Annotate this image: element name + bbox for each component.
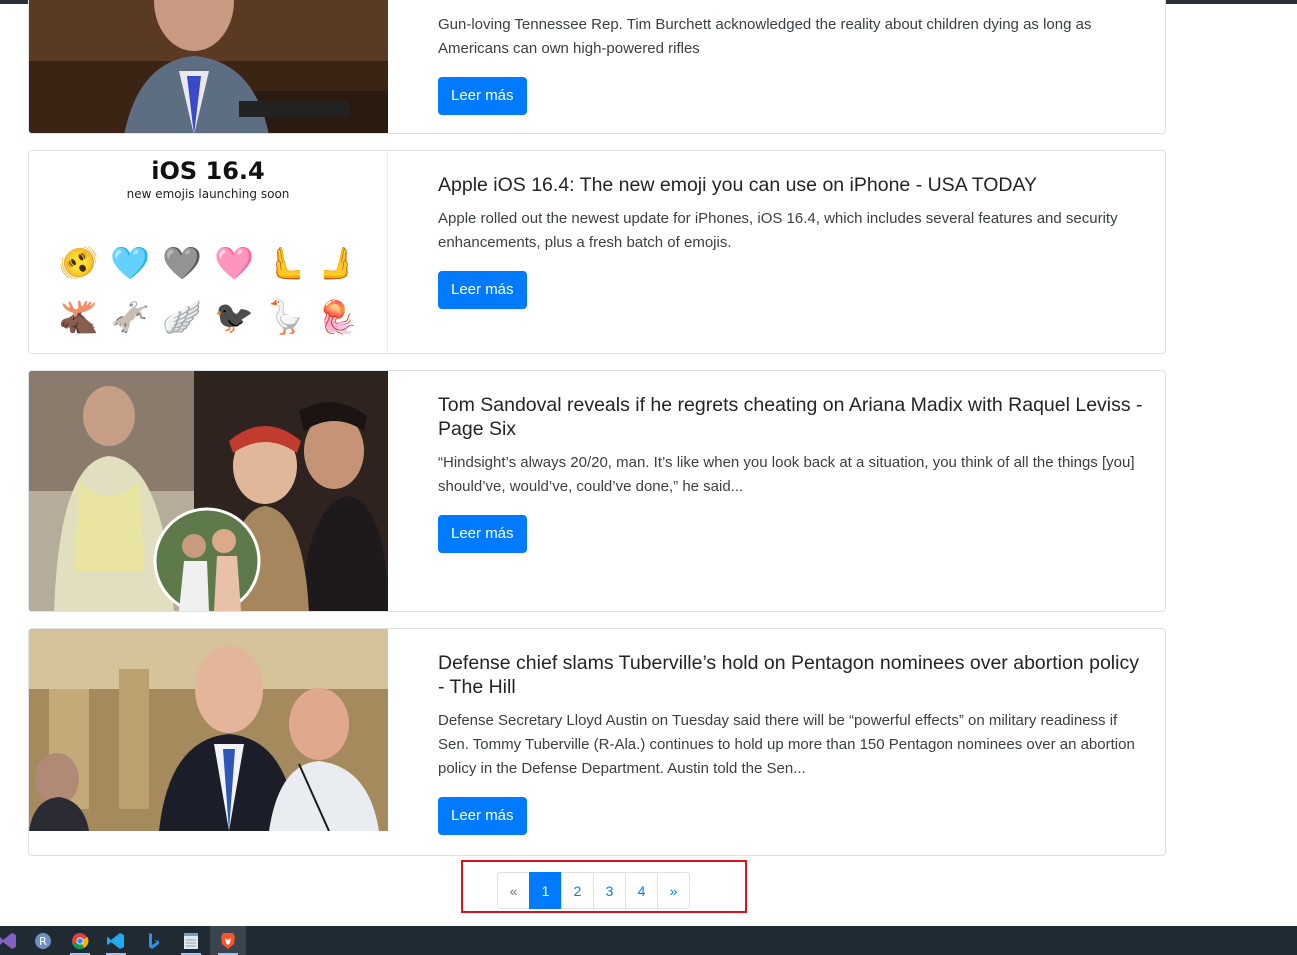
moose-emoji: 🫎 bbox=[58, 299, 99, 335]
shaking-face-emoji: 🫨 bbox=[58, 245, 99, 281]
read-more-button[interactable]: Leer más bbox=[438, 271, 527, 309]
card-body: Defense chief slams Tuberville’s hold on… bbox=[438, 651, 1145, 835]
article-description: Gun-loving Tennessee Rep. Tim Burchett a… bbox=[438, 16, 1092, 57]
article-image bbox=[29, 371, 388, 611]
pagination-page-1[interactable]: 1 bbox=[529, 872, 562, 909]
svg-text:R: R bbox=[39, 935, 47, 948]
article-title: Tom Sandoval reveals if he regrets cheat… bbox=[438, 394, 1143, 440]
donkey-emoji: 🫏 bbox=[110, 299, 151, 335]
page-six-photo bbox=[29, 371, 388, 611]
pagination-page-2[interactable]: 2 bbox=[561, 872, 594, 909]
pagination-previous[interactable]: « bbox=[497, 872, 530, 909]
pagination-page-3[interactable]: 3 bbox=[593, 872, 626, 909]
article-image: iOS 16.4 new emojis launching soon 🫨 🩵 🩶… bbox=[29, 151, 388, 353]
pagination: « 1 2 3 4 » bbox=[497, 872, 690, 909]
light-blue-heart-emoji: 🩵 bbox=[110, 245, 151, 281]
image-heading: iOS 16.4 bbox=[151, 157, 265, 185]
pagination-next[interactable]: » bbox=[657, 872, 690, 909]
bing-icon[interactable] bbox=[136, 926, 172, 955]
taskbar: R bbox=[0, 926, 1297, 955]
emoji-row: 🫨 🩵 🩶 🩷 🫷 🫸 bbox=[29, 243, 387, 283]
news-card: Defense chief slams Tuberville’s hold on… bbox=[28, 628, 1166, 856]
news-card: iOS 16.4 new emojis launching soon 🫨 🩵 🩶… bbox=[28, 150, 1166, 354]
article-description: Apple rolled out the newest update for i… bbox=[438, 210, 1118, 251]
visual-studio-icon[interactable] bbox=[0, 926, 26, 955]
rightwards-pushing-hand-emoji: 🫸 bbox=[317, 245, 358, 281]
vscode-icon[interactable] bbox=[98, 926, 134, 955]
the-hill-photo bbox=[29, 629, 388, 831]
article-description: Defense Secretary Lloyd Austin on Tuesda… bbox=[438, 712, 1135, 777]
news-card: Gun-loving Tennessee Rep. Tim Burchett a… bbox=[28, 0, 1166, 134]
read-more-button[interactable]: Leer más bbox=[438, 797, 527, 835]
pagination-page-4[interactable]: 4 bbox=[625, 872, 658, 909]
chrome-icon[interactable] bbox=[62, 926, 98, 955]
grey-heart-emoji: 🩶 bbox=[162, 245, 202, 281]
emoji-row: 🫎 🫏 🪽 🐦‍⬛ 🪿 🪼 bbox=[29, 297, 387, 337]
jellyfish-emoji: 🪼 bbox=[317, 299, 358, 335]
read-more-button[interactable]: Leer más bbox=[438, 77, 527, 115]
article-description: “Hindsight’s always 20/20, man. It’s lik… bbox=[438, 454, 1135, 495]
wing-emoji: 🪽 bbox=[162, 299, 202, 335]
card-body: Tom Sandoval reveals if he regrets cheat… bbox=[438, 393, 1145, 553]
brave-icon[interactable] bbox=[210, 926, 246, 955]
article-title: Defense chief slams Tuberville’s hold on… bbox=[438, 652, 1139, 698]
notepad-icon[interactable] bbox=[173, 926, 209, 955]
leftwards-pushing-hand-emoji: 🫷 bbox=[265, 245, 306, 281]
pink-heart-emoji: 🩷 bbox=[214, 245, 254, 281]
article-image bbox=[29, 629, 388, 831]
article-title: Apple iOS 16.4: The new emoji you can us… bbox=[438, 174, 1038, 196]
card-body: Gun-loving Tennessee Rep. Tim Burchett a… bbox=[438, 13, 1145, 115]
r-icon[interactable]: R bbox=[25, 926, 61, 955]
goose-emoji: 🪿 bbox=[265, 299, 306, 335]
image-subheading: new emojis launching soon bbox=[126, 187, 290, 201]
black-bird-emoji: 🐦‍⬛ bbox=[214, 299, 254, 335]
article-image bbox=[29, 0, 388, 133]
congress-photo bbox=[29, 0, 388, 133]
card-body: Apple iOS 16.4: The new emoji you can us… bbox=[438, 173, 1145, 309]
read-more-button[interactable]: Leer más bbox=[438, 515, 527, 553]
news-card: Tom Sandoval reveals if he regrets cheat… bbox=[28, 370, 1166, 612]
